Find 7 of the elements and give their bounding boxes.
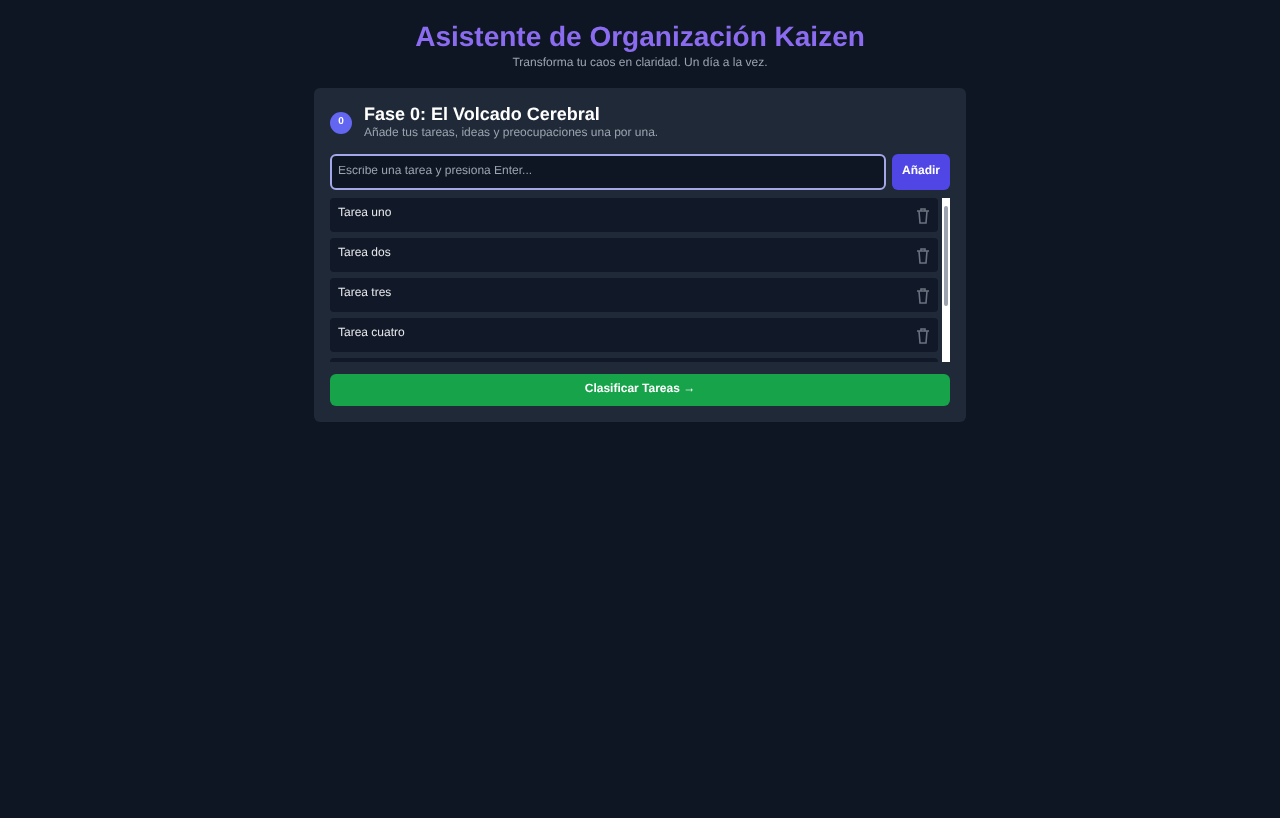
trash-icon[interactable] — [916, 207, 930, 223]
phase-title: Fase 0: El Volcado Cerebral — [364, 104, 602, 126]
app-title: Asistente de Organización Kaizen — [415, 18, 865, 54]
trash-icon[interactable] — [916, 287, 930, 303]
trash-icon[interactable] — [916, 247, 930, 263]
scrollbar[interactable] — [942, 198, 950, 362]
trash-icon[interactable] — [916, 327, 930, 343]
